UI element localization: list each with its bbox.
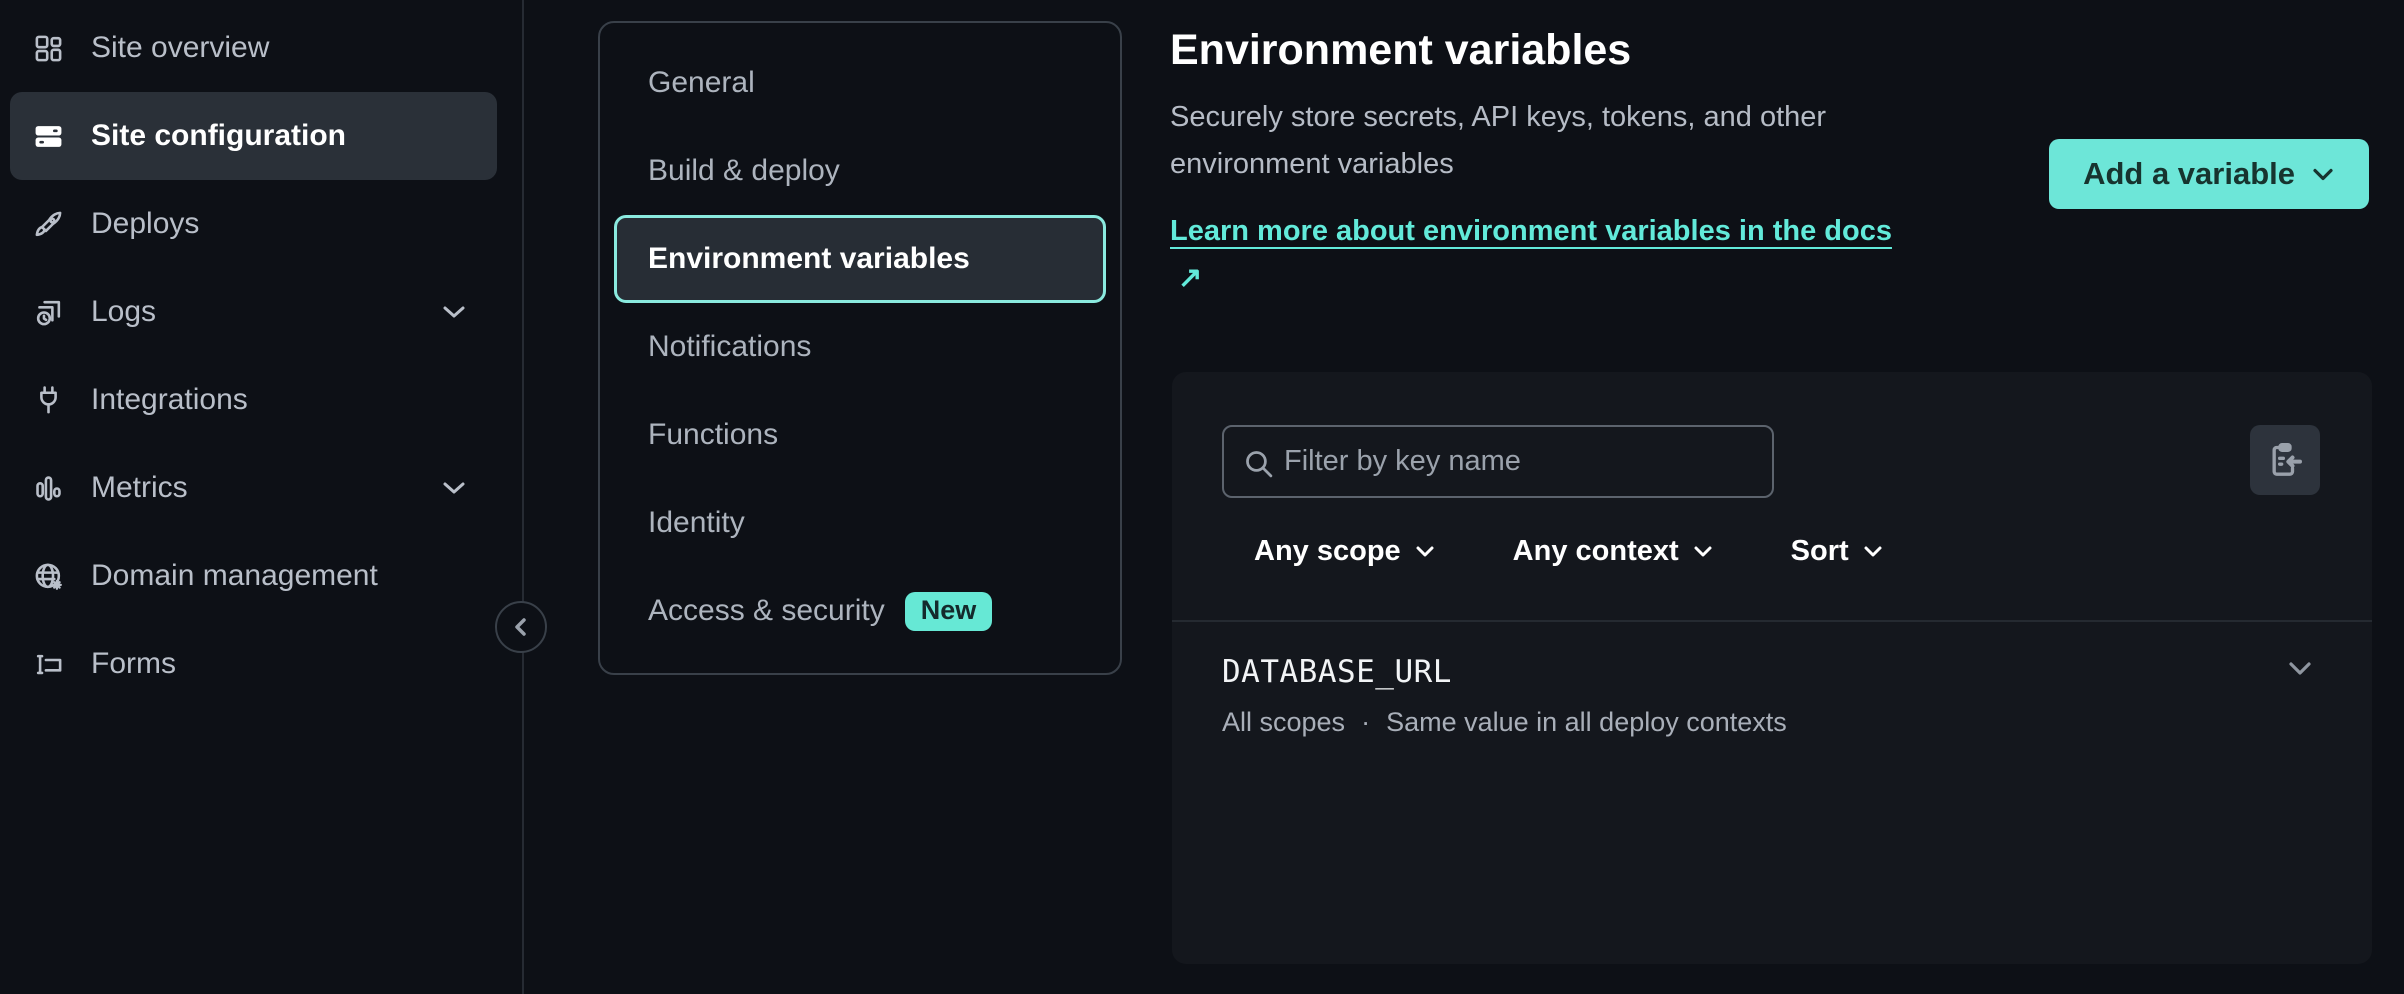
sidebar: Site overview Site configuration (0, 0, 523, 994)
subnav-item-label: Functions (648, 418, 778, 452)
new-badge: New (905, 592, 993, 631)
filter-row: Any scope Any context (1254, 535, 1883, 568)
search-icon (1242, 447, 1275, 480)
subnav-item-label: Access & security (648, 594, 885, 628)
environment-variables-panel: Environment variables Securely store sec… (1170, 0, 2372, 994)
plug-icon (33, 385, 64, 416)
variable-meta: All scopes · Same value in all deploy co… (1222, 707, 1787, 738)
rocket-icon (33, 209, 64, 240)
clipboard-import-icon (2265, 440, 2305, 480)
any-context-dropdown[interactable]: Any context (1513, 535, 1713, 568)
sidebar-item-integrations[interactable]: Integrations (10, 356, 497, 444)
logs-icon (33, 297, 64, 328)
subnav-item-label: Build & deploy (648, 154, 840, 188)
subnav-item-build-deploy[interactable]: Build & deploy (614, 127, 1106, 215)
input-field-icon (33, 649, 64, 680)
add-variable-button[interactable]: Add a variable (2049, 139, 2369, 209)
chevron-down-icon[interactable] (2286, 660, 2314, 678)
subnav-item-identity[interactable]: Identity (614, 479, 1106, 567)
sidebar-item-metrics[interactable]: Metrics (10, 444, 497, 532)
chevron-down-icon (1693, 545, 1713, 558)
subnav-item-environment-variables[interactable]: Environment variables (614, 215, 1106, 303)
variables-card: Any scope Any context (1172, 372, 2372, 964)
sidebar-item-forms[interactable]: Forms (10, 620, 497, 708)
site-configuration-page: Site overview Site configuration (0, 0, 2404, 994)
page-description: Securely store secrets, API keys, tokens… (1170, 94, 1925, 188)
sidebar-item-label: Domain management (91, 559, 378, 593)
sidebar-item-site-overview[interactable]: Site overview (10, 4, 497, 92)
sidebar-divider (522, 0, 524, 994)
sidebar-item-label: Site configuration (91, 119, 346, 153)
subnav-item-access-security[interactable]: Access & security New (614, 567, 1106, 655)
subnav-item-label: Environment variables (648, 242, 970, 276)
filter-search-box (1222, 425, 1774, 498)
globe-icon (33, 561, 64, 592)
sidebar-item-logs[interactable]: Logs (10, 268, 497, 356)
docs-link[interactable]: Learn more about environment variables i… (1170, 208, 1905, 302)
sort-dropdown[interactable]: Sort (1791, 535, 1883, 568)
sidebar-item-label: Logs (91, 295, 156, 329)
variable-context: Same value in all deploy contexts (1386, 707, 1787, 738)
meta-separator: · (1361, 707, 1370, 738)
variable-key: DATABASE_URL (1222, 654, 1452, 690)
chevron-down-icon (1863, 545, 1883, 558)
chevron-down-icon (441, 480, 467, 496)
chevron-down-icon (1415, 545, 1435, 558)
import-variables-button[interactable] (2250, 425, 2320, 495)
bar-chart-icon (33, 473, 64, 504)
subnav-item-label: General (648, 66, 755, 100)
sidebar-item-deploys[interactable]: Deploys (10, 180, 497, 268)
subnav-item-functions[interactable]: Functions (614, 391, 1106, 479)
grid-icon (33, 33, 64, 64)
settings-subnav: General Build & deploy Environment varia… (598, 21, 1122, 675)
server-icon (33, 121, 64, 152)
filter-key-input[interactable] (1224, 427, 1772, 496)
chevron-down-icon (441, 304, 467, 320)
chevron-left-icon (511, 615, 531, 639)
sidebar-item-label: Metrics (91, 471, 188, 505)
variable-row-database-url[interactable]: DATABASE_URL All scopes · Same value in … (1172, 622, 2372, 772)
sidebar-item-label: Site overview (91, 31, 269, 65)
subnav-item-label: Notifications (648, 330, 811, 364)
any-scope-dropdown[interactable]: Any scope (1254, 535, 1435, 568)
sidebar-item-label: Deploys (91, 207, 199, 241)
sidebar-item-site-configuration[interactable]: Site configuration (10, 92, 497, 180)
variable-scope: All scopes (1222, 707, 1345, 738)
external-link-arrow-icon: ↗ (1178, 255, 1202, 302)
sidebar-item-domain-management[interactable]: Domain management (10, 532, 497, 620)
page-title: Environment variables (1170, 24, 2372, 78)
sidebar-item-label: Integrations (91, 383, 248, 417)
chevron-down-icon (2311, 167, 2335, 182)
subnav-item-label: Identity (648, 506, 745, 540)
subnav-item-general[interactable]: General (614, 39, 1106, 127)
sidebar-item-label: Forms (91, 647, 176, 681)
subnav-item-notifications[interactable]: Notifications (614, 303, 1106, 391)
sidebar-collapse-button[interactable] (495, 601, 547, 653)
add-variable-button-label: Add a variable (2083, 156, 2295, 192)
